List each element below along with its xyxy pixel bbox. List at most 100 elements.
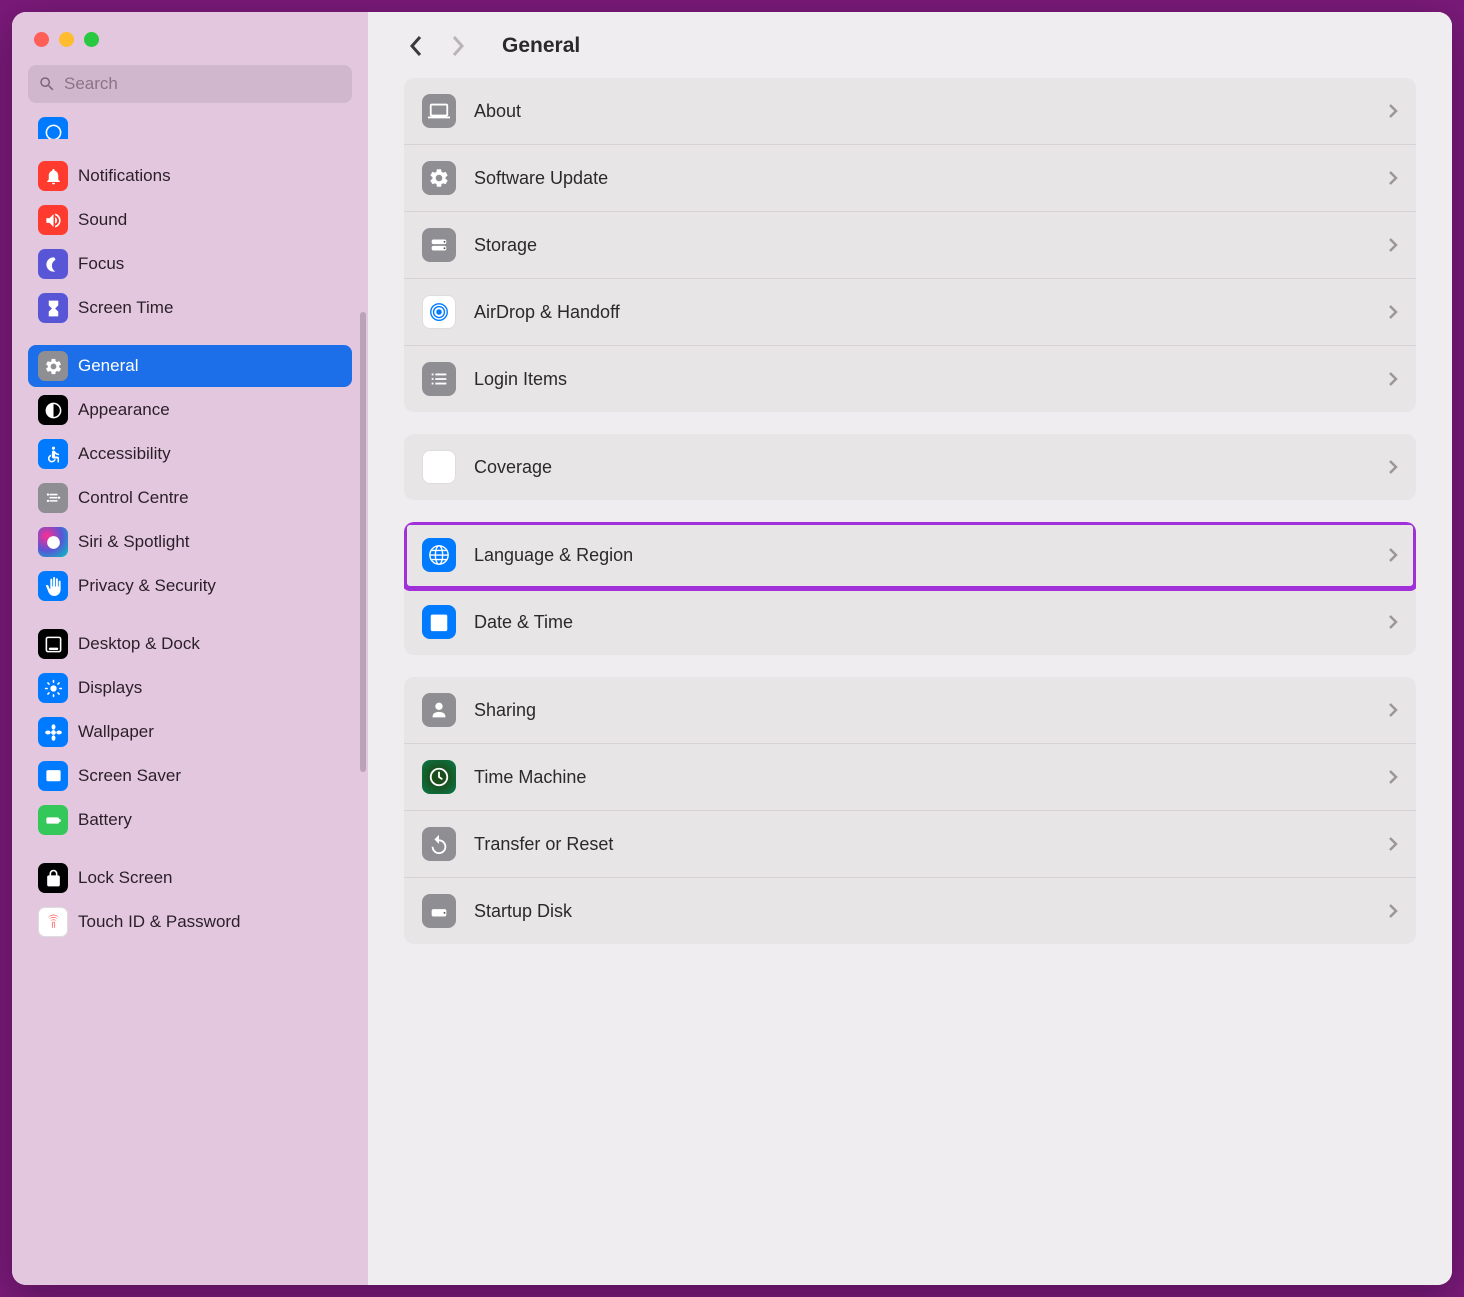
settings-row-date-time[interactable]: Date & Time: [404, 589, 1416, 655]
search-box[interactable]: [28, 65, 352, 103]
search-icon: [38, 75, 56, 93]
sidebar-item-lock-screen[interactable]: Lock Screen: [28, 857, 352, 899]
globe-icon: [422, 538, 456, 572]
chevron-right-icon: [1388, 170, 1398, 186]
sidebar-item-battery[interactable]: Battery: [28, 799, 352, 841]
disk-icon: [422, 228, 456, 262]
settings-row-software-update[interactable]: Software Update: [404, 145, 1416, 212]
sidebar-item-displays[interactable]: Displays: [28, 667, 352, 709]
settings-window: Notifications Sound Focus Screen Time Genera…: [12, 12, 1452, 1285]
row-label: Sharing: [474, 700, 1370, 721]
settings-row-language-region[interactable]: Language & Region: [404, 522, 1416, 589]
back-button[interactable]: [404, 34, 428, 58]
sidebar-item-label: General: [78, 356, 138, 376]
settings-row-startup-disk[interactable]: Startup Disk: [404, 878, 1416, 944]
sidebar-item-focus[interactable]: Focus: [28, 243, 352, 285]
row-label: Time Machine: [474, 767, 1370, 788]
settings-row-transfer-or-reset[interactable]: Transfer or Reset: [404, 811, 1416, 878]
page-title: General: [502, 34, 580, 58]
sidebar-item-label: Sound: [78, 210, 127, 230]
settings-row-coverage[interactable]: Coverage: [404, 434, 1416, 500]
moon-icon: [38, 249, 68, 279]
battery-icon: [38, 805, 68, 835]
settings-row-storage[interactable]: Storage: [404, 212, 1416, 279]
settings-row-sharing[interactable]: Sharing: [404, 677, 1416, 744]
sidebar-item-label: Screen Saver: [78, 766, 181, 786]
sidebar-item-label: Notifications: [78, 166, 171, 186]
calendar-icon: [422, 605, 456, 639]
content-body[interactable]: About Software Update Storage AirDrop & Han…: [368, 78, 1452, 1285]
sidebar-item-accessibility[interactable]: Accessibility: [28, 433, 352, 475]
dock-icon: [38, 629, 68, 659]
siri-icon: [38, 527, 68, 557]
minimize-window-button[interactable]: [59, 32, 74, 47]
sidebar: Notifications Sound Focus Screen Time Genera…: [12, 12, 368, 1285]
search-container: [12, 65, 368, 111]
sidebar-item-privacy-security[interactable]: Privacy & Security: [28, 565, 352, 607]
sidebar-item-control-centre[interactable]: Control Centre: [28, 477, 352, 519]
vpn-icon: [38, 117, 68, 139]
sidebar-item-label: Desktop & Dock: [78, 634, 200, 654]
sidebar-item-vpn[interactable]: [28, 111, 352, 139]
screensaver-icon: [38, 761, 68, 791]
settings-row-time-machine[interactable]: Time Machine: [404, 744, 1416, 811]
window-controls: [12, 32, 368, 65]
sidebar-item-general[interactable]: General: [28, 345, 352, 387]
settings-row-login-items[interactable]: Login Items: [404, 346, 1416, 412]
sidebar-item-desktop-dock[interactable]: Desktop & Dock: [28, 623, 352, 665]
sidebar-item-label: Battery: [78, 810, 132, 830]
sidebar-item-sound[interactable]: Sound: [28, 199, 352, 241]
scrollbar-thumb[interactable]: [360, 312, 366, 772]
sidebar-item-notifications[interactable]: Notifications: [28, 155, 352, 197]
sidebar-item-label: Touch ID & Password: [78, 912, 241, 932]
row-label: Startup Disk: [474, 901, 1370, 922]
clock-icon: [422, 760, 456, 794]
fingerprint-icon: [38, 907, 68, 937]
drive-icon: [422, 894, 456, 928]
apple-icon: [422, 450, 456, 484]
chevron-right-icon: [1388, 237, 1398, 253]
row-label: About: [474, 101, 1370, 122]
sidebar-item-touch-id-password[interactable]: Touch ID & Password: [28, 901, 352, 943]
forward-button: [446, 34, 470, 58]
settings-panel: Language & RegionDate & Time: [404, 522, 1416, 655]
chevron-right-icon: [1388, 614, 1398, 630]
sidebar-item-label: Accessibility: [78, 444, 171, 464]
settings-panel: Sharing Time Machine Transfer or Reset Star…: [404, 677, 1416, 944]
sidebar-item-label: Screen Time: [78, 298, 173, 318]
sidebar-item-wallpaper[interactable]: Wallpaper: [28, 711, 352, 753]
sidebar-item-screen-time[interactable]: Screen Time: [28, 287, 352, 329]
sidebar-list[interactable]: Notifications Sound Focus Screen Time Genera…: [12, 111, 368, 1285]
chevron-right-icon: [1388, 836, 1398, 852]
sidebar-item-label: Lock Screen: [78, 868, 173, 888]
gear-icon: [38, 351, 68, 381]
settings-row-airdrop-handoff[interactable]: AirDrop & Handoff: [404, 279, 1416, 346]
chevron-right-icon: [1388, 103, 1398, 119]
row-label: Login Items: [474, 369, 1370, 390]
appearance-icon: [38, 395, 68, 425]
switches-icon: [38, 483, 68, 513]
search-input[interactable]: [64, 74, 342, 94]
settings-panel: Coverage: [404, 434, 1416, 500]
gear-icon: [422, 161, 456, 195]
sidebar-item-label: Displays: [78, 678, 142, 698]
sidebar-item-label: Wallpaper: [78, 722, 154, 742]
chevron-right-icon: [1388, 459, 1398, 475]
person-icon: [422, 693, 456, 727]
sidebar-item-label: Appearance: [78, 400, 170, 420]
laptop-icon: [422, 94, 456, 128]
settings-row-about[interactable]: About: [404, 78, 1416, 145]
row-label: Storage: [474, 235, 1370, 256]
sidebar-item-appearance[interactable]: Appearance: [28, 389, 352, 431]
sidebar-item-screen-saver[interactable]: Screen Saver: [28, 755, 352, 797]
maximize-window-button[interactable]: [84, 32, 99, 47]
row-label: AirDrop & Handoff: [474, 302, 1370, 323]
close-window-button[interactable]: [34, 32, 49, 47]
chevron-right-icon: [1388, 702, 1398, 718]
row-label: Coverage: [474, 457, 1370, 478]
hourglass-icon: [38, 293, 68, 323]
reset-icon: [422, 827, 456, 861]
settings-panel: About Software Update Storage AirDrop & Han…: [404, 78, 1416, 412]
speaker-icon: [38, 205, 68, 235]
sidebar-item-siri-spotlight[interactable]: Siri & Spotlight: [28, 521, 352, 563]
